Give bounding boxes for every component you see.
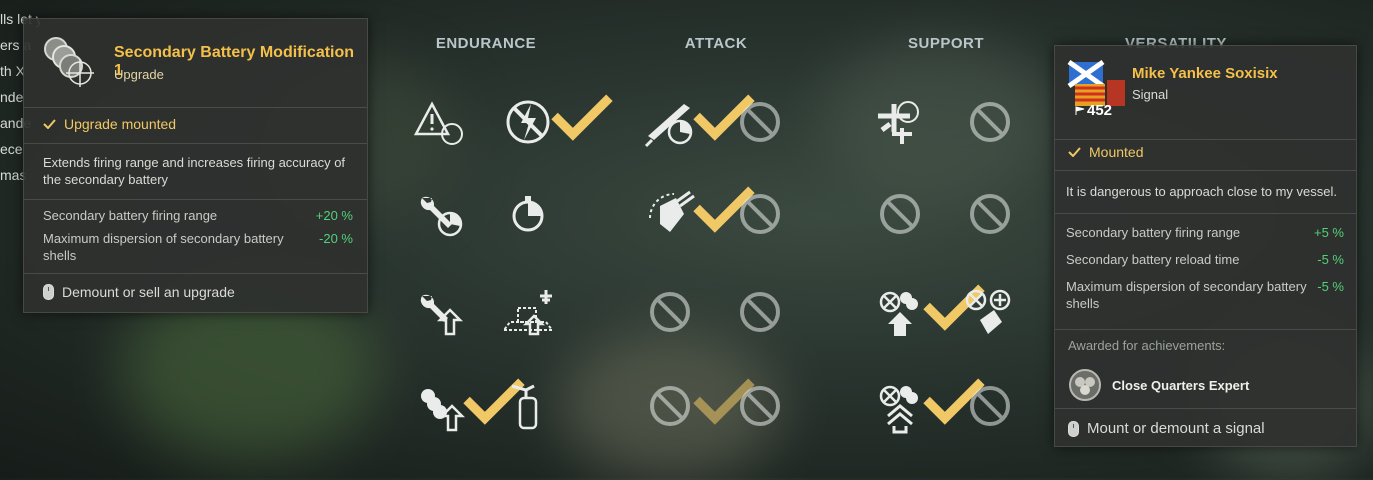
skill-slot[interactable] <box>638 280 702 344</box>
skill-slot[interactable] <box>958 280 1022 344</box>
disabled-slot-icon <box>880 194 920 234</box>
divider <box>1055 170 1356 171</box>
disabled-slot-icon <box>970 386 1010 426</box>
signal-tooltip: 452 Mike Yankee Soxisix Signal Mounted I… <box>1054 45 1357 447</box>
upgrade-stats: Secondary battery firing range +20 % Maxi… <box>43 207 353 264</box>
skill-slot[interactable] <box>958 182 1022 246</box>
mouse-icon <box>43 284 54 300</box>
divider <box>1055 329 1356 330</box>
check-icon <box>922 368 985 425</box>
column-header-endurance: ENDURANCE <box>435 35 537 52</box>
disabled-slot-icon <box>970 194 1010 234</box>
check-icon <box>1068 147 1081 157</box>
stopwatch-icon <box>512 196 544 232</box>
skill-slot[interactable] <box>958 90 1022 154</box>
divider <box>1055 213 1356 214</box>
check-icon <box>692 368 755 425</box>
skill-slot[interactable] <box>408 280 472 344</box>
skill-slot[interactable] <box>638 182 755 246</box>
column-header-attack: ATTACK <box>684 35 748 52</box>
stat-row: Maximum dispersion of secondary battery … <box>1066 279 1344 311</box>
ship-aircraft-icon <box>502 290 554 336</box>
stat-row: Secondary battery reload time -5 % <box>1066 252 1344 267</box>
skill-slot[interactable] <box>868 374 985 438</box>
skill-slot[interactable] <box>958 374 1022 438</box>
signal-stats: Secondary battery firing range +5 % Secon… <box>1066 224 1344 312</box>
upgrade-action-hint: Demount or sell an upgrade <box>43 284 235 300</box>
skill-slot[interactable] <box>496 280 560 344</box>
achievement-item: Close Quarters Expert <box>1068 368 1249 402</box>
skill-slot[interactable] <box>728 182 792 246</box>
upgrade-tooltip: Secondary Battery Modification 1 Upgrade… <box>23 18 368 313</box>
divider <box>24 273 367 274</box>
upgrade-subtitle: Upgrade <box>114 67 164 82</box>
skill-slot[interactable] <box>728 374 792 438</box>
mouse-icon <box>1068 420 1079 437</box>
disabled-slot-icon <box>740 102 780 142</box>
stat-row: Secondary battery firing range +5 % <box>1066 225 1344 240</box>
check-icon <box>692 84 755 141</box>
disabled-slot-icon <box>650 292 690 332</box>
stat-row: Maximum dispersion of secondary battery … <box>43 231 353 263</box>
skill-slot[interactable] <box>638 90 755 154</box>
check-icon <box>922 274 985 331</box>
disabled-slot-icon <box>740 194 780 234</box>
check-icon <box>462 368 525 425</box>
column-header-support: SUPPORT <box>907 35 984 52</box>
skill-slot[interactable] <box>408 182 472 246</box>
disabled-slot-icon <box>740 386 780 426</box>
divider <box>24 143 367 144</box>
check-icon <box>692 176 755 233</box>
wrench-upgrade-icon <box>420 294 464 336</box>
skill-slot[interactable] <box>728 280 792 344</box>
signal-count: 452 <box>1075 102 1112 119</box>
awarded-label: Awarded for achievements: <box>1068 338 1226 353</box>
skill-slot[interactable] <box>868 182 932 246</box>
wrench-timer-icon <box>420 196 463 237</box>
skill-slot[interactable] <box>408 90 472 154</box>
disabled-slot-icon <box>740 292 780 332</box>
aircraft-target-icon <box>878 101 919 144</box>
divider <box>24 199 367 200</box>
divider <box>1055 408 1356 409</box>
aa-secondary-plus-icon <box>965 289 1011 334</box>
signal-status-label: Mounted <box>1089 144 1144 160</box>
divider <box>1055 139 1356 140</box>
skill-slot[interactable] <box>408 374 525 438</box>
signal-description: It is dangerous to approach close to my … <box>1066 184 1337 199</box>
check-icon <box>43 119 56 129</box>
skill-slot[interactable] <box>496 374 560 438</box>
signal-subtitle: Signal <box>1132 87 1169 102</box>
signal-title: Mike Yankee Soxisix <box>1132 65 1278 82</box>
skill-slot[interactable] <box>868 280 985 344</box>
upgrade-status: Upgrade mounted <box>43 116 176 132</box>
skill-slot[interactable] <box>728 90 792 154</box>
check-icon <box>550 84 613 141</box>
secondary-battery-icon <box>38 33 96 89</box>
achievement-icon <box>1069 369 1101 401</box>
skill-slot[interactable] <box>638 374 755 438</box>
upgrade-description: Extends firing range and increases firin… <box>43 155 346 187</box>
skill-slot[interactable] <box>496 90 613 154</box>
flag-icon <box>1075 105 1085 115</box>
signal-status: Mounted <box>1068 144 1143 160</box>
divider <box>24 107 367 108</box>
upgrade-status-label: Upgrade mounted <box>64 116 177 132</box>
skill-slot[interactable] <box>496 182 560 246</box>
extinguisher-icon <box>511 384 538 430</box>
stat-row: Secondary battery firing range +20 % <box>43 208 353 223</box>
disabled-slot-icon <box>970 102 1010 142</box>
signal-action-hint: Mount or demount a signal <box>1068 420 1265 437</box>
warning-target-icon <box>413 101 463 145</box>
skill-slot[interactable] <box>868 90 932 154</box>
